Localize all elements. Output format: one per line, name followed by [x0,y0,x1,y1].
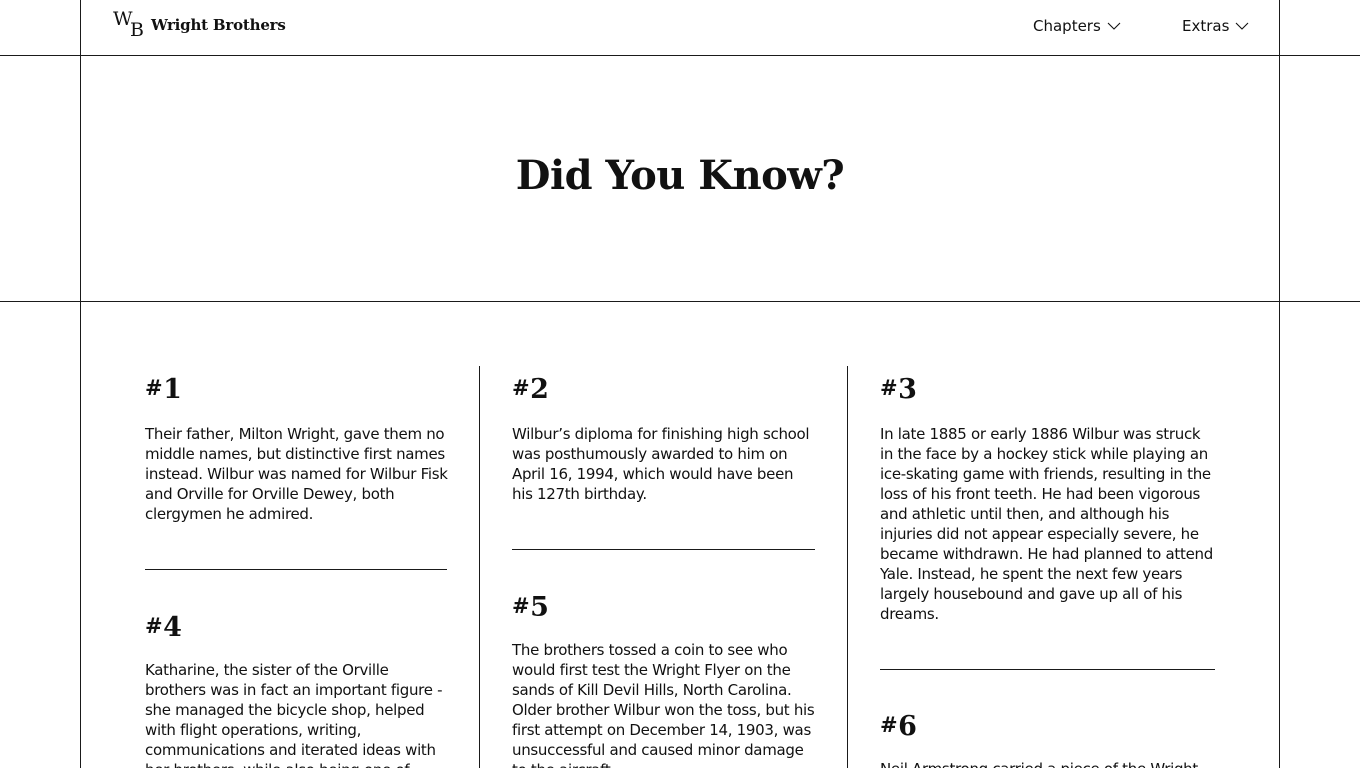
nav-extras[interactable]: Extras [1182,17,1249,35]
logo-mark: W B [113,10,149,41]
fact-number: #3 [880,374,917,405]
fact-divider [880,669,1215,670]
fact-number: #5 [512,592,549,623]
page-title: Did You Know? [515,152,845,199]
frame-line-right [1279,0,1280,768]
fact-card-6: #6 Neil Armstrong carried a piece of the… [880,713,1215,768]
header-divider [0,55,1360,56]
column-divider-2 [847,366,848,768]
column-divider-1 [479,366,480,768]
chevron-down-icon [1107,22,1121,30]
fact-divider [145,569,447,570]
chevron-down-icon [1236,22,1249,30]
nav-chapters[interactable]: Chapters [1033,17,1121,35]
fact-text: Katharine, the sister of the Orville bro… [145,661,443,768]
hero-divider [0,301,1360,302]
nav-extras-label: Extras [1182,17,1230,35]
frame-line-left [80,0,81,768]
fact-text: In late 1885 or early 1886 Wilbur was st… [880,425,1213,623]
fact-number: #1 [145,374,182,405]
logo-mark-b: B [130,19,144,41]
fact-text: Their father, Milton Wright, gave them n… [145,425,448,523]
logo-text: Wright Brothers [151,15,286,34]
fact-number: #2 [512,374,549,405]
fact-text: The brothers tossed a coin to see who wo… [512,641,815,768]
fact-text: Neil Armstrong carried a piece of the Wr… [880,759,1215,768]
fact-text: Wilbur’s diploma for finishing high scho… [512,425,810,503]
fact-divider [512,549,815,550]
fact-card-4: #4 Katharine, the sister of the Orville … [145,614,450,768]
fact-number: #6 [880,711,917,742]
fact-number: #4 [145,612,182,643]
fact-card-3: #3 In late 1885 or early 1886 Wilbur was… [880,376,1215,624]
logo-link[interactable]: W B Wright Brothers [113,10,286,41]
fact-card-5: #5 The brothers tossed a coin to see who… [512,594,817,768]
fact-card-2: #2 Wilbur’s diploma for finishing high s… [512,376,817,504]
fact-card-1: #1 Their father, Milton Wright, gave the… [145,376,450,524]
nav-chapters-label: Chapters [1033,17,1101,35]
page: W B Wright Brothers Chapters Extras Did … [0,0,1360,768]
